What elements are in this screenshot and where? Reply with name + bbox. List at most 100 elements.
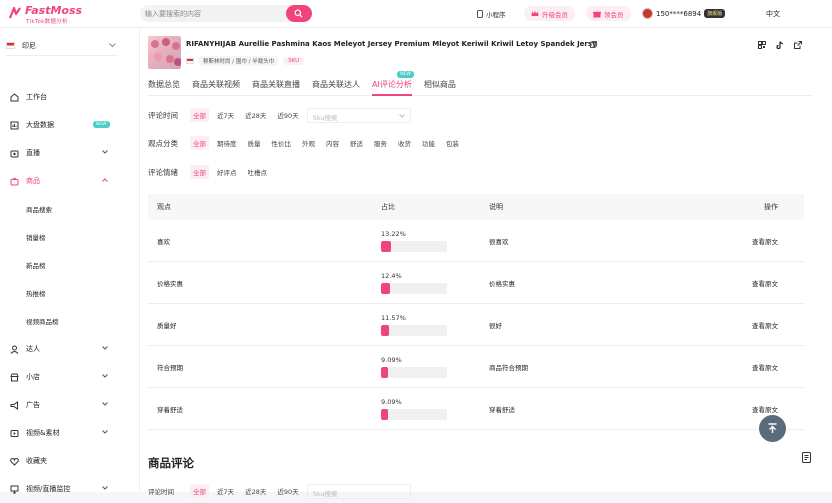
sidebar-subitem-product-search[interactable]: 商品搜索 [0,195,139,223]
chevron-down-icon [102,150,108,154]
filter-option[interactable]: 近28天 [242,484,269,498]
filter-option[interactable]: 内容 [323,136,342,150]
description-cell: 商品符合预期 [489,363,528,372]
filter-option[interactable]: 外观 [299,136,318,150]
region-label: 印尼 [22,41,36,50]
sidebar-item-creators[interactable]: 达人 [0,335,139,363]
document-icon-button[interactable] [802,452,812,465]
chevron-down-icon [102,430,108,434]
sidebar-subitem-hot-rank[interactable]: 热推榜 [0,279,139,307]
tab-related-creators[interactable]: 商品关联达人 [312,74,360,95]
sidebar-item-market-data[interactable]: 大盘数据 NEW [0,111,139,139]
filter-option[interactable]: 近7天 [214,484,237,498]
description-cell: 很喜欢 [489,237,509,246]
view-original-link[interactable]: 查看原文 [649,236,804,246]
filter-option[interactable]: 好评点 [214,165,240,179]
search-button[interactable] [286,5,312,22]
percent-cell: 12.4% [381,272,489,294]
user-badge: 旗舰版 [704,9,726,18]
filter-option[interactable]: 质量 [245,136,264,150]
table-header: 观点 占比 说明 操作 [148,194,804,220]
sidebar-item-products[interactable]: 商品 [0,167,139,195]
percent-value: 11.57% [381,313,406,322]
chevron-up-icon [102,178,108,182]
mini-program-link[interactable]: 小程序 [477,6,506,21]
filter-option[interactable]: 期待度 [214,136,240,150]
chevron-down-icon [102,346,108,350]
sidebar-subitem-sales-rank[interactable]: 销量榜 [0,223,139,251]
sidebar-item-videos[interactable]: 视频&素材 [0,419,139,447]
sidebar-item-ads[interactable]: 广告 [0,391,139,419]
sku-search-select[interactable]: Sku搜索 [306,483,411,499]
column-header: 占比 [381,203,395,211]
percent-cell: 11.57% [381,314,489,336]
back-to-top-button[interactable] [759,415,786,442]
viewpoint-cell: 穿着舒适 [157,405,183,414]
filter-option[interactable]: 全部 [190,484,209,498]
percent-bar-fill [381,408,388,420]
view-original-link[interactable]: 查看原文 [649,278,804,288]
filter-option[interactable]: 全部 [190,165,209,179]
tab-related-live[interactable]: 商品关联直播 [252,74,300,95]
product-title: RIFANYHIJAB Aurellie Pashmina Kaos Meley… [186,40,597,48]
logo[interactable]: FastMoss TikTok数据分析 [8,4,82,25]
tab-related-videos[interactable]: 商品关联视频 [192,74,240,95]
percent-bar-fill [381,324,390,336]
phone-icon [477,9,483,18]
region-select[interactable]: 印尼 [6,36,118,56]
sidebar-item-live[interactable]: 直播 [0,139,139,167]
viewpoint-table: 观点 占比 说明 操作 喜欢 13.22% 很喜欢 查看原文 价格实惠 12.4% 价格实惠… [148,194,804,430]
table-row: 喜欢 13.22% 很喜欢 查看原文 [148,220,804,262]
sidebar-item-workbench[interactable]: 工作台 [0,83,139,111]
product-thumbnail[interactable] [148,36,181,69]
external-link-icon[interactable] [794,41,802,49]
filter-option[interactable]: 近7天 [214,108,237,122]
sidebar-item-favorites[interactable]: 收藏夹 [0,447,139,475]
filter-option[interactable]: 舒适 [347,136,366,150]
tab-similar-products[interactable]: 相似商品 [424,74,456,95]
qrcode-icon[interactable] [758,41,766,49]
sidebar-item-label: 直播 [26,149,40,157]
chevron-down-icon [102,402,108,406]
tiktok-icon[interactable] [776,41,784,49]
filter-option[interactable]: 全部 [190,108,209,122]
language-switch[interactable]: 中文 [766,6,780,21]
filter-review-sentiment: 评论情绪 全部 好评点 吐槽点 [148,164,275,180]
copy-icon[interactable] [590,41,597,48]
filter-option[interactable]: 吐槽点 [245,165,271,179]
view-original-link[interactable]: 查看原文 [649,404,804,414]
filter-option[interactable]: 功能 [419,136,438,150]
view-original-link[interactable]: 查看原文 [649,362,804,372]
sku-button[interactable]: SKU [283,57,305,65]
search-box[interactable]: 输入要搜索的内容 [140,5,312,22]
avatar [642,8,653,19]
search-input[interactable]: 输入要搜索的内容 [145,9,201,19]
tab-ai-review-analysis[interactable]: AI评论分析 NEW [372,71,414,96]
view-original-link[interactable]: 查看原文 [649,320,804,330]
sidebar-item-shops[interactable]: 小店 [0,363,139,391]
filter-option[interactable]: 收货 [395,136,414,150]
filter-option[interactable]: 近28天 [242,108,269,122]
filter-option[interactable]: 近90天 [274,484,301,498]
percent-value: 12.4% [381,271,402,280]
percent-bar [381,408,447,420]
filter-option[interactable]: 服务 [371,136,390,150]
tab-overview[interactable]: 数据总览 [148,74,180,95]
filter-option[interactable]: 近90天 [274,108,301,122]
filter-option[interactable]: 全部 [190,136,209,150]
sidebar-item-monitor[interactable]: 视频/直播监控 [0,475,139,503]
chevron-down-icon [102,486,108,490]
tab-label: 商品关联直播 [252,80,300,89]
description-cell: 价格实惠 [489,279,515,288]
vip-button[interactable]: 领会员 [586,6,631,21]
sidebar-subitem-video-product-rank[interactable]: 视频商品榜 [0,307,139,335]
user-menu[interactable]: 150****6894 旗舰版 [642,6,726,21]
sku-search-select[interactable]: Sku搜索 [306,107,411,123]
filter-option[interactable]: 性价比 [269,136,295,150]
user-icon [10,345,19,354]
filter-option[interactable]: 包装 [443,136,462,150]
sidebar-subitem-new-rank[interactable]: 新品榜 [0,251,139,279]
user-phone: 150****6894 [656,9,702,18]
sidebar-item-label: 小店 [26,373,40,381]
upgrade-button[interactable]: 升级会员 [524,6,575,21]
